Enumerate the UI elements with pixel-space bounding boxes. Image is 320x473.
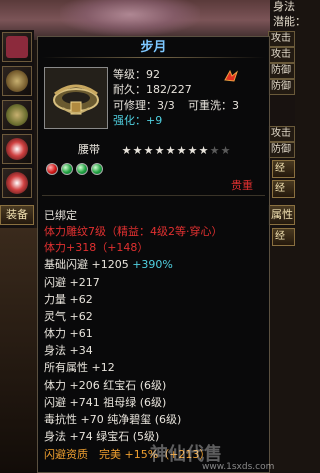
game-scene-background [0, 0, 295, 40]
enhance-label: 强化： [113, 114, 146, 127]
title-divider [42, 57, 265, 58]
attr-line: 灵气 +62 [44, 310, 93, 323]
green-gem-icon [91, 163, 103, 175]
star-filled-icon: ★ [143, 144, 154, 157]
base-stat-bonus: +390% [132, 258, 173, 271]
equipment-slot-rail [0, 30, 34, 230]
equipment-slot-weapon[interactable] [2, 32, 32, 62]
star-filled-icon: ★ [132, 144, 143, 157]
green-gem-icon [61, 163, 73, 175]
stat-row-attack: 攻击 [268, 31, 295, 47]
equipment-slot-ring[interactable] [2, 66, 32, 96]
gem-attr-line: 毒抗性 +70 纯净碧玺 (6级) [44, 413, 182, 426]
left-panel-background [0, 228, 40, 473]
star-filled-icon: ★ [154, 144, 165, 157]
attr-line: 所有属性 +12 [44, 361, 115, 374]
stat-row-defense: 防御 [268, 142, 295, 158]
gem-sockets [46, 163, 106, 177]
watermark: 神仙代售 www.1sxds.com [150, 440, 295, 473]
bound-status: 已绑定 [44, 209, 77, 222]
belt-item-icon [44, 67, 108, 129]
item-name: 步月 [140, 40, 167, 55]
bracelet-icon [6, 104, 28, 126]
equipment-slot-talisman-2[interactable] [2, 168, 32, 198]
item-enhance: 强化：+9 [113, 114, 162, 128]
stat-label-agility: 身法 [273, 0, 295, 13]
item-level: 等级：92 [113, 68, 160, 81]
attributes-tab[interactable]: 属性 [268, 205, 295, 225]
stat-label-potential: 潜能： [273, 15, 306, 28]
green-gem-icon [76, 163, 88, 175]
red-gem-icon [46, 163, 58, 175]
ring-icon [6, 70, 28, 92]
star-filled-icon: ★ [187, 144, 198, 157]
equipment-slot-talisman-1[interactable] [2, 134, 32, 164]
experience-button[interactable]: 经验 [272, 160, 295, 178]
attr-line: 身法 +34 [44, 344, 93, 357]
stat-row-attack: 攻击 [268, 126, 295, 142]
valuable-mark-icon [223, 68, 239, 84]
star-empty-icon: ★ [220, 144, 231, 157]
engrave-stat: 体力+318（+148） [44, 241, 149, 254]
weapon-icon [6, 36, 28, 58]
star-filled-icon: ★ [121, 144, 132, 157]
divider [42, 195, 265, 196]
talisman-icon [6, 138, 28, 160]
stat-row-defense: 防御 [268, 79, 295, 95]
gem-attr-line: 闪避 +741 祖母绿 (6级) [44, 396, 167, 409]
scene-ornament [60, 0, 200, 36]
attr-line: 力量 +62 [44, 293, 93, 306]
stat-row-attack: 攻击 [268, 47, 295, 63]
experience-button[interactable]: 经验 [272, 180, 295, 198]
item-repairable: 可修理：3/3 [113, 99, 175, 112]
base-stat: 基础闪避 +1205 +390% [44, 258, 173, 272]
star-rating: ★★★★★★★★★★ [121, 144, 231, 156]
experience-button[interactable]: 经验 [272, 228, 295, 246]
watermark-url: www.1sxds.com [202, 462, 275, 472]
item-slot: 腰带 [78, 143, 100, 156]
valuable-label: 贵重 [231, 179, 253, 192]
base-stat-value: 基础闪避 +1205 [44, 258, 129, 271]
equipment-slot-bracelet[interactable] [2, 100, 32, 130]
equipment-tab[interactable]: 装备 [0, 205, 34, 225]
item-tooltip: 步月 等级：92 耐久：182/227 可修理：3/3 可重洗：3 强化：+9 … [37, 36, 270, 473]
attr-line: 体力 +61 [44, 327, 93, 340]
gem-attr-line: 体力 +206 红宝石 (6级) [44, 379, 167, 392]
talisman-icon [6, 172, 28, 194]
stat-row-defense: 防御 [268, 63, 295, 79]
star-filled-icon: ★ [198, 144, 209, 157]
enhance-value: +9 [146, 114, 163, 127]
star-filled-icon: ★ [176, 144, 187, 157]
item-rewashable: 可重洗：3 [188, 99, 239, 112]
gem-attr-line: 身法 +74 绿宝石 (5级) [44, 430, 160, 443]
attr-line: 闪避 +217 [44, 276, 100, 289]
item-durability: 耐久：182/227 [113, 83, 192, 96]
engrave-line: 体力雕纹7级（精益：4级2等·穿心） [44, 225, 223, 238]
star-empty-icon: ★ [209, 144, 220, 157]
star-filled-icon: ★ [165, 144, 176, 157]
